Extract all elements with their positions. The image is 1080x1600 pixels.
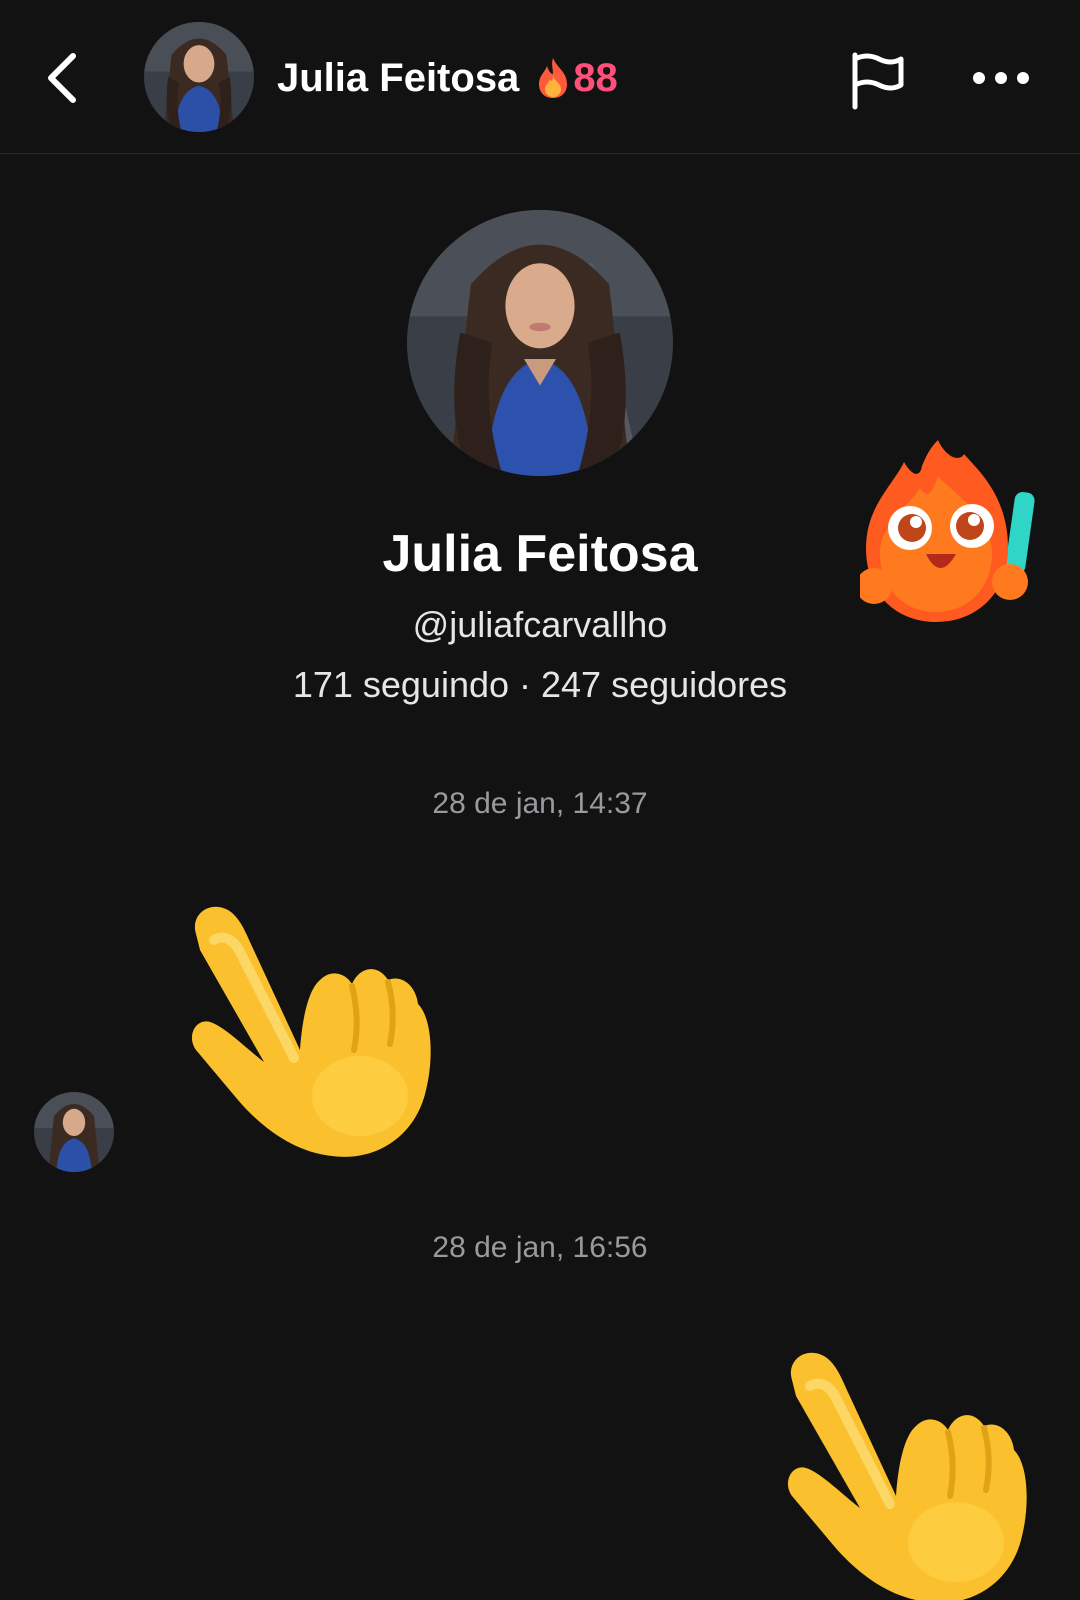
back-button[interactable]: [30, 42, 96, 114]
message-timestamp: 28 de jan, 16:56: [432, 1231, 648, 1264]
chat-screen: Julia Feitosa 88 Julia Feitosa @juliafca…: [0, 0, 1080, 1600]
contact-avatar[interactable]: [34, 1092, 114, 1172]
streak-count: 88: [573, 56, 618, 100]
chevron-left-icon: [48, 53, 76, 103]
flame-icon: [539, 58, 568, 98]
backhand-index-pointing-down-icon: [788, 1352, 1027, 1600]
chat-header: Julia Feitosa 88: [0, 0, 1080, 154]
avatar-photo: [34, 1092, 114, 1172]
report-button[interactable]: [846, 46, 910, 116]
streak-badge: 88: [535, 50, 618, 106]
backhand-index-pointing-down-icon: [191, 906, 431, 1157]
more-horizontal-icon: [973, 72, 1029, 84]
pointing-down-hand-emoji-message[interactable]: [786, 1346, 1046, 1600]
fire-mascot-icon: [860, 440, 1035, 622]
avatar-photo: [407, 210, 673, 476]
message-timestamp: 28 de jan, 14:37: [432, 787, 648, 820]
more-options-button[interactable]: [966, 50, 1036, 106]
fire-mascot-sticker: [860, 436, 1050, 636]
flag-icon: [852, 52, 904, 110]
profile-stats: 171 seguindo · 247 seguidores: [292, 664, 788, 705]
pointing-down-hand-emoji-message[interactable]: [190, 900, 450, 1170]
header-avatar[interactable]: [144, 22, 254, 132]
header-name-text: Julia Feitosa: [277, 56, 520, 100]
profile-avatar[interactable]: [407, 210, 673, 476]
avatar-photo: [144, 22, 254, 132]
header-title[interactable]: Julia Feitosa 88: [277, 50, 618, 106]
